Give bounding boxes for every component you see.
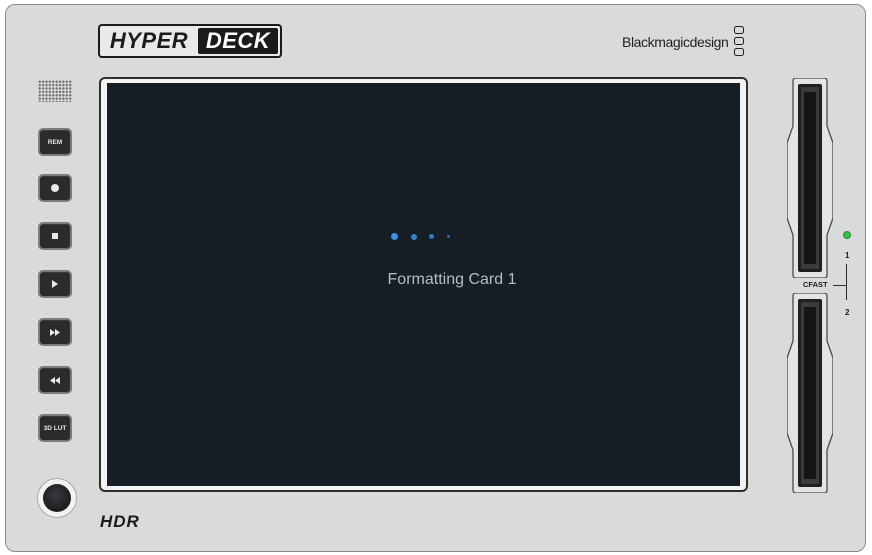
logo-hyper-text: HYPER — [109, 28, 189, 53]
cfast-slot-1[interactable] — [787, 78, 833, 278]
3d-lut-button-label: 3D LUT — [43, 424, 67, 432]
brand-name: Blackmagicdesign — [622, 34, 729, 50]
rewind-icon — [50, 376, 60, 384]
rem-button-label: REM — [47, 138, 63, 146]
hyperdeck-logo: HYPER DECK — [98, 24, 282, 58]
hdr-badge: HDR — [100, 512, 140, 531]
play-button[interactable] — [38, 270, 72, 298]
cfast-slot-2[interactable] — [787, 293, 833, 493]
cfast-divider — [833, 285, 847, 287]
rewind-button[interactable] — [38, 366, 72, 394]
cfast-divider-vertical — [846, 264, 848, 300]
headphone-volume-knob[interactable] — [37, 478, 77, 518]
status-message: Formatting Card 1 — [387, 271, 517, 288]
cfast-label: CFAST — [803, 280, 828, 289]
spinner-dot — [411, 233, 417, 240]
spinner-dot — [391, 233, 398, 240]
record-icon — [51, 184, 59, 192]
stop-button[interactable] — [38, 222, 72, 250]
fast-forward-icon — [50, 328, 60, 336]
blackmagic-logo-icon — [734, 26, 746, 58]
logo-deck-text: DECK — [198, 28, 278, 54]
slot-1-status-led — [843, 231, 851, 239]
loading-spinner-icon — [391, 233, 461, 243]
record-button[interactable] — [38, 174, 72, 202]
spinner-dot — [429, 234, 434, 239]
fast-forward-button[interactable] — [38, 318, 72, 346]
stop-icon — [52, 233, 58, 239]
rem-button[interactable]: REM — [38, 128, 72, 156]
spinner-dot — [447, 235, 450, 238]
speaker-grille — [38, 80, 72, 102]
play-icon — [52, 280, 58, 288]
3d-lut-button[interactable]: 3D LUT — [38, 414, 72, 442]
slot-1-label: 1 — [845, 251, 850, 260]
slot-2-label: 2 — [845, 308, 850, 317]
